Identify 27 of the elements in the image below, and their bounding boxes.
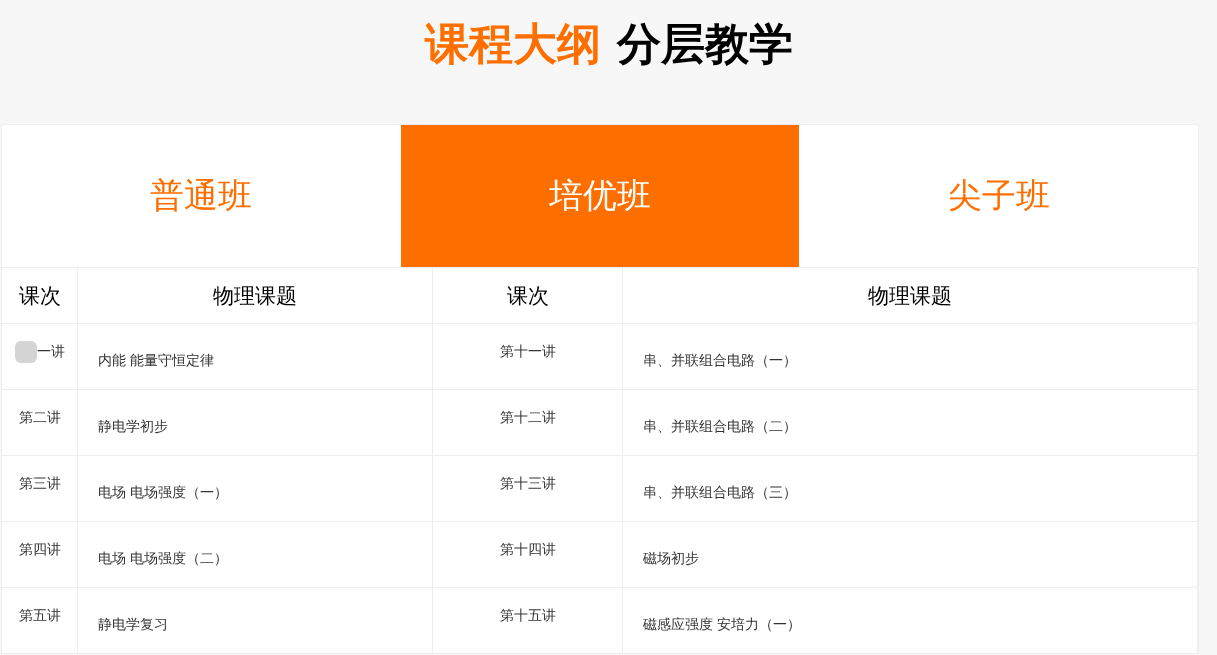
table-cell: 磁场初步 (643, 549, 699, 568)
table-cell: 第十四讲 (499, 540, 556, 559)
column-header: 课次 (433, 268, 623, 324)
table-cell: 磁感应强度 安培力（一） (643, 615, 802, 634)
table-cell: 第三讲 (18, 474, 61, 493)
page-title-part: 分层教学 (616, 18, 793, 69)
table-cell: 串、并联组合电路（二） (643, 417, 797, 436)
page-title-part: 课程大纲 (424, 18, 601, 69)
class-tab[interactable]: 培优班 (400, 125, 800, 267)
table-cell: 第十五讲 (499, 606, 556, 625)
column-header: 物理课题 (623, 268, 1198, 324)
table-cell: 内能 能量守恒定律 (98, 351, 215, 370)
table-cell: 串、并联组合电路（一） (643, 351, 797, 370)
column-header: 课次 (2, 268, 78, 324)
table-cell: 第二讲 (18, 408, 61, 427)
table-cell: 第四讲 (18, 540, 61, 559)
table-cell: 串、并联组合电路（三） (643, 483, 797, 502)
table-cell: 第十三讲 (499, 474, 556, 493)
table-cell: 第十一讲 (499, 342, 556, 361)
table-cell: 静电学复习 (98, 615, 168, 634)
table-cell: 第五讲 (18, 606, 61, 625)
table-cell: 第十二讲 (499, 408, 556, 427)
table-cell: 静电学初步 (98, 417, 168, 436)
table-cell: 电场 电场强度（二） (98, 549, 229, 568)
column-header: 物理课题 (78, 268, 433, 324)
table-cell: 一讲 (36, 342, 65, 361)
table-cell: 电场 电场强度（一） (98, 483, 229, 502)
